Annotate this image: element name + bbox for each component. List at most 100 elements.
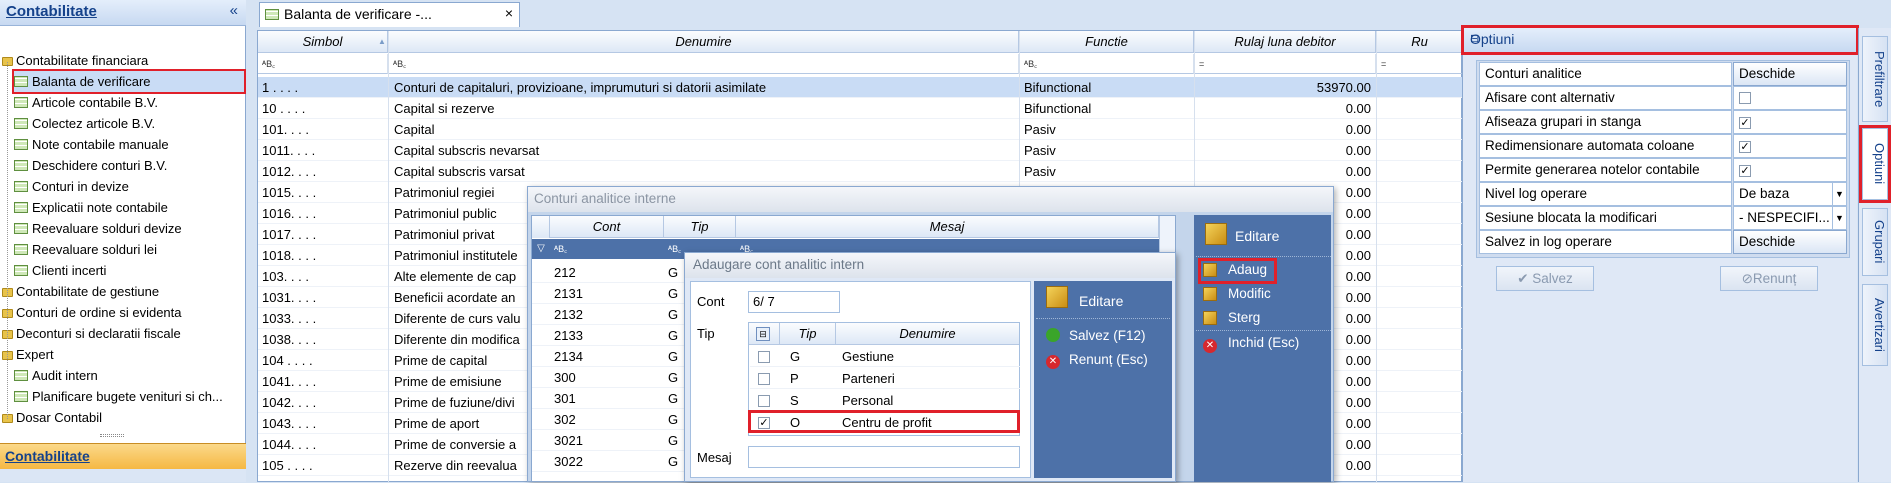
tree-item-label: Explicatii note contabile [32,200,168,215]
option-value[interactable]: ✓ [1733,134,1847,158]
adaugare-save-button[interactable]: Salvez (F12) [1069,328,1146,343]
column-header[interactable]: Functie [1020,31,1194,53]
tree-item[interactable]: Articole contabile B.V. [14,92,158,113]
tip-row[interactable]: P Parteneri [750,368,1020,389]
collapse-icon[interactable]: « [230,2,238,19]
tree-item[interactable]: Colectez articole B.V. [14,113,155,134]
checkbox[interactable] [758,373,770,385]
cell-simbol: 1012. . . . [262,164,317,179]
side-tab-grupari[interactable]: Grupari [1862,208,1888,276]
tab-balanta[interactable]: Balanta de verificare -... × [259,2,520,27]
adaugare-cancel-button[interactable]: Renunț (Esc) [1069,352,1148,367]
tree-item[interactable]: Planificare bugete venituri si ch... [14,386,223,407]
column-header[interactable]: Cont [550,216,664,238]
table-row[interactable]: 1011. . . . Capital subscris nevarsat Pa… [258,140,1463,161]
cell-simbol: 1043. . . . [262,416,317,431]
tree-item-label: Conturi in devize [32,179,129,194]
conturi-close-button[interactable]: Inchid (Esc) [1228,335,1299,350]
conturi-dialog-titlebar[interactable]: Conturi analitice interne [528,187,1333,212]
filter-cell[interactable]: ᴬB꜀ [258,54,388,74]
tree-item[interactable]: Reevaluare solduri lei [14,239,157,260]
dropdown-arrow-icon[interactable]: ▼ [1832,207,1846,229]
conturi-modify-button[interactable]: Modific [1228,286,1271,301]
tree-item[interactable]: Dosar Contabil [2,407,102,428]
option-value[interactable] [1733,86,1847,110]
option-value[interactable]: ✓ [1733,110,1847,134]
mesaj-input[interactable] [748,446,1020,468]
option-value[interactable]: Deschide [1733,230,1847,254]
column-header[interactable]: Mesaj [736,216,1159,238]
filter-cell[interactable]: ᴬB꜀ [389,54,1019,74]
column-header[interactable]: Denumire [389,31,1019,53]
checkbox[interactable] [1739,92,1751,104]
tree-item[interactable]: Reevaluare solduri devize [14,218,182,239]
option-value[interactable]: De baza ▼ [1733,182,1847,206]
grid-icon [14,391,28,402]
tip-col-header[interactable]: Tip [780,326,835,341]
select-all-icon[interactable]: ⊟ [756,327,770,341]
filter-icon[interactable]: ▽ [532,239,550,259]
tip-row[interactable]: G Gestiune [750,346,1020,367]
tree-item-label: Balanta de verificare [32,74,151,89]
side-tab-avertizari[interactable]: Avertizari [1862,284,1888,366]
column-header[interactable]: Ru [1377,31,1463,53]
option-value[interactable]: Deschide [1733,62,1847,86]
denumire-col-header[interactable]: Denumire [836,326,1019,341]
checkbox[interactable] [758,351,770,363]
side-tab-optiuni[interactable]: Optiuni [1859,125,1891,203]
checkbox[interactable] [758,395,770,407]
tree-item[interactable]: Conturi in devize [14,176,129,197]
sort-asc-icon[interactable]: ▲ [378,37,386,46]
tree-item[interactable]: Clienti incerti [14,260,106,281]
filter-cell[interactable]: = [1195,54,1376,74]
tree-item[interactable]: Audit intern [14,365,98,386]
cell-cont: 212 [554,265,576,280]
tip-row[interactable]: S Personal [750,390,1020,411]
save-icon: ✔ [1517,271,1529,286]
checkbox[interactable]: ✓ [1739,117,1751,129]
table-row[interactable]: 1 . . . . Conturi de capitaluri, provizi… [258,77,1463,98]
checkbox[interactable]: ✓ [1739,141,1751,153]
conturi-delete-button[interactable]: Sterg [1228,310,1260,325]
close-tab-icon[interactable]: × [505,5,513,21]
tree-item[interactable]: Contabilitate de gestiune [2,281,159,302]
table-row[interactable]: 1012. . . . Capital subscris varsat Pasi… [258,161,1463,182]
filter-cell[interactable]: ᴬB꜀ [1020,54,1194,74]
cont-input[interactable]: 6/ 7 [748,291,840,313]
pin-icon[interactable]: ⊟ [1470,32,1850,45]
tree-item[interactable]: Expert [2,344,54,365]
column-header[interactable]: Tip [664,216,736,238]
tree-item[interactable]: Conturi de ordine si evidenta [2,302,182,323]
tree-item[interactable]: Explicatii note contabile [14,197,168,218]
tree-item-label: Planificare bugete venituri si ch... [32,389,223,404]
column-header[interactable]: Rulaj luna debitor [1195,31,1376,53]
resize-grip[interactable] [100,434,124,437]
side-tab-prefiltrare[interactable]: Prefiltrare [1862,36,1888,122]
add-icon [1203,263,1217,280]
cell-cont: 2134 [554,349,583,364]
tree-item[interactable]: Balanta de verificare [12,69,246,94]
option-value[interactable]: ✓ [1733,158,1847,182]
cont-label: Cont [697,294,725,309]
filter-cell[interactable]: = [1377,54,1463,74]
left-panel-title[interactable]: Contabilitate [6,3,97,20]
filter-cell[interactable]: ᴬB꜀ [550,239,664,259]
table-row[interactable]: 101. . . . Capital Pasiv 0.00 [258,119,1463,140]
module-section[interactable]: Contabilitate [0,443,246,469]
cell-tip: G [668,349,679,364]
option-value[interactable]: - NESPECIFI... ▼ [1733,206,1847,230]
cell-cont: 2132 [554,307,583,322]
column-header[interactable]: Simbol [258,31,388,53]
options-cancel-button[interactable]: ⊘Renunț [1720,266,1818,291]
dropdown-arrow-icon[interactable]: ▼ [1832,183,1846,205]
table-row[interactable]: 10 . . . . Capital si rezerve Bifunction… [258,98,1463,119]
adaugare-dialog-titlebar[interactable]: Adaugare cont analitic intern [685,253,1175,278]
tree-item[interactable]: Contabilitate financiara [2,50,148,71]
cell-simbol: 1042. . . . [262,395,317,410]
tree-item[interactable]: Deschidere conturi B.V. [14,155,167,176]
options-save-button[interactable]: ✔ Salvez [1496,266,1594,291]
checkbox[interactable]: ✓ [1739,165,1751,177]
tree-item[interactable]: Deconturi si declaratii fiscale [2,323,181,344]
conturi-add-button[interactable]: Adaug [1228,262,1267,277]
tree-item[interactable]: Note contabile manuale [14,134,169,155]
